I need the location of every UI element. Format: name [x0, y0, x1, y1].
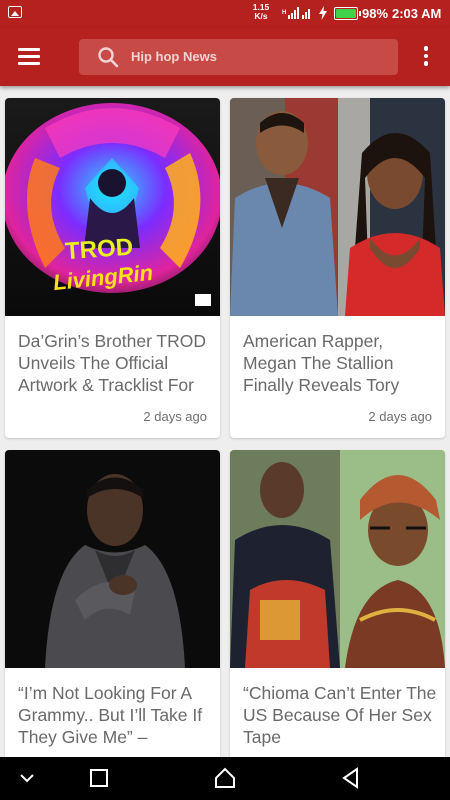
signal-icon: H — [282, 7, 310, 19]
charging-icon — [319, 6, 327, 20]
article-time: 2 days ago — [143, 409, 207, 424]
recent-apps-icon[interactable] — [86, 765, 112, 791]
article-card[interactable]: “Chioma Can’t Enter The US Because Of He… — [230, 450, 445, 770]
article-card[interactable]: American Rapper, Megan The Stallion Fina… — [230, 98, 445, 438]
search-bar[interactable]: Hip hop News — [79, 39, 398, 75]
clock: 2:03 AM — [392, 6, 442, 21]
rappers-photo[interactable] — [230, 98, 445, 316]
search-icon — [98, 47, 119, 68]
hamburger-menu-icon[interactable] — [18, 48, 40, 66]
article-title[interactable]: “Chioma Can’t Enter The US Because Of He… — [243, 682, 438, 748]
article-title[interactable]: American Rapper, Megan The Stallion Fina… — [243, 330, 438, 396]
chevron-down-icon[interactable] — [14, 765, 40, 791]
more-options-icon[interactable] — [420, 46, 432, 68]
svg-text:H: H — [282, 10, 286, 16]
search-input[interactable]: Hip hop News — [131, 49, 217, 64]
article-card[interactable]: “I’m Not Looking For A Grammy.. But I’ll… — [5, 450, 220, 770]
article-title[interactable]: Da’Grin’s Brother TROD Unveils The Offic… — [18, 330, 213, 396]
artist-portrait[interactable] — [5, 450, 220, 668]
article-time: 2 days ago — [368, 409, 432, 424]
app-bar: Hip hop News — [0, 28, 450, 86]
album-cover-image[interactable]: TROD LivingRin — [5, 98, 220, 316]
back-icon[interactable] — [338, 765, 364, 791]
battery-icon — [334, 7, 361, 20]
article-title[interactable]: “I’m Not Looking For A Grammy.. But I’ll… — [18, 682, 213, 748]
gallery-notification-icon — [8, 6, 22, 18]
couple-photo[interactable] — [230, 450, 445, 668]
battery-percent: 98% — [362, 6, 389, 21]
system-nav-bar — [0, 757, 450, 800]
network-speed-unit: K/s — [254, 11, 268, 21]
article-card[interactable]: TROD LivingRin Da’Grin’s Brother TROD Un… — [5, 98, 220, 438]
network-speed: 1.15 K/s — [248, 3, 274, 21]
status-bar: 1.15 K/s H 98% 2:03 AM — [0, 0, 450, 28]
svg-text:TROD: TROD — [64, 234, 134, 266]
home-icon[interactable] — [212, 765, 238, 791]
